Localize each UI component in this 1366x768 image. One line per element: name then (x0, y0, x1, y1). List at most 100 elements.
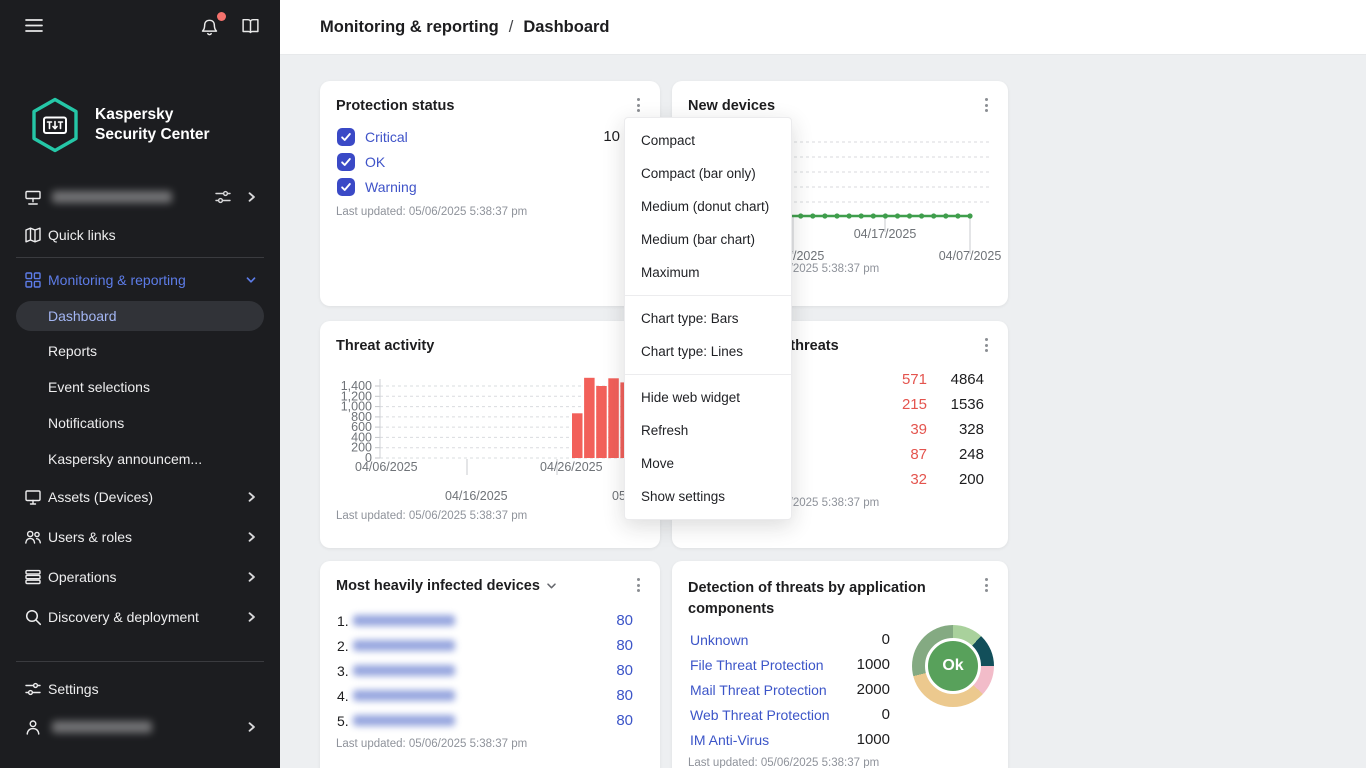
logo-title-line2: Security Center (95, 126, 210, 143)
checkbox-checked-icon[interactable] (337, 128, 355, 146)
menu-item-chart-type-bars[interactable]: Chart type: Bars (625, 302, 791, 335)
redacted-device-name[interactable] (352, 715, 455, 726)
widget-menu-kebab-icon[interactable] (628, 575, 648, 595)
protection-filter-ok[interactable]: OK (337, 153, 385, 171)
sidebar-item-monitoring-reporting[interactable]: Monitoring & reporting (0, 261, 280, 299)
menu-item-compact[interactable]: Compact (625, 124, 791, 157)
component-link[interactable]: Web Threat Protection (690, 707, 830, 723)
kaspersky-logo: Kaspersky Security Center (28, 96, 210, 154)
menu-item-refresh[interactable]: Refresh (625, 414, 791, 447)
widget-protection-status: Protection status Critical OK Warning 10 L… (320, 81, 660, 306)
device-rank: 1. (337, 612, 349, 629)
device-rank: 5. (337, 712, 349, 729)
menu-item-show-settings[interactable]: Show settings (625, 480, 791, 513)
menu-item-medium-donut-chart[interactable]: Medium (donut chart) (625, 190, 791, 223)
protection-filter-critical[interactable]: Critical (337, 128, 408, 146)
sidebar-item-settings[interactable]: Settings (0, 670, 280, 708)
component-link[interactable]: IM Anti-Virus (690, 732, 769, 748)
sidebar-item-dashboard[interactable]: Dashboard (16, 301, 264, 331)
filter-label[interactable]: Critical (365, 129, 408, 145)
sidebar-item-event-selections[interactable]: Event selections (0, 369, 280, 405)
menu-item-compact-bar-only[interactable]: Compact (bar only) (625, 157, 791, 190)
menu-item-maximum[interactable]: Maximum (625, 256, 791, 289)
widget-menu-kebab-icon[interactable] (976, 95, 996, 115)
widget-context-menu: Compact Compact (bar only) Medium (donut c… (624, 117, 792, 520)
sidebar-item-label: Quick links (48, 227, 116, 243)
breadcrumb-parent[interactable]: Monitoring & reporting (320, 18, 499, 37)
redacted-device-name[interactable] (352, 665, 455, 676)
checkbox-checked-icon[interactable] (337, 178, 355, 196)
sidebar-item-users-roles[interactable]: Users & roles (0, 517, 280, 557)
bell-icon (201, 19, 218, 35)
sidebar-item-label: Notifications (48, 415, 125, 431)
device-rank: 4. (337, 687, 349, 704)
redacted-text (52, 721, 152, 733)
widget-title: Threat activity (336, 338, 435, 354)
infected-device-row: 2. 80 (337, 633, 633, 658)
widget-menu-kebab-icon[interactable] (976, 575, 996, 595)
menu-item-chart-type-lines[interactable]: Chart type: Lines (625, 335, 791, 368)
device-rank: 3. (337, 662, 349, 679)
checkbox-checked-icon[interactable] (337, 153, 355, 171)
documentation-book-button[interactable] (237, 12, 264, 42)
component-link[interactable]: Mail Threat Protection (690, 682, 827, 698)
sidebar-item-account[interactable] (0, 708, 280, 746)
widget-menu-kebab-icon[interactable] (976, 335, 996, 355)
component-link[interactable]: Unknown (690, 632, 748, 648)
menu-item-move[interactable]: Move (625, 447, 791, 480)
infection-count-link[interactable]: 80 (616, 662, 633, 679)
sidebar-item-administration-server[interactable] (0, 178, 280, 216)
sidebar-item-reports[interactable]: Reports (0, 333, 280, 369)
redacted-device-name[interactable] (352, 640, 455, 651)
notifications-bell-button[interactable] (196, 11, 226, 41)
detection-component-row: Web Threat Protection 0 (690, 702, 890, 727)
detection-component-row: Unknown 0 (690, 627, 890, 652)
menu-divider (625, 374, 791, 375)
threat-count-total: 4864 (950, 371, 984, 388)
last-updated-label: Last updated: 05/06/2025 5:38:37 pm (336, 510, 528, 522)
protection-status-value: 10 (603, 128, 620, 145)
sidebar-item-quick-links[interactable]: Quick links (0, 216, 280, 254)
user-icon (24, 718, 42, 736)
redacted-device-name[interactable] (352, 690, 455, 701)
chevron-right-icon (242, 188, 260, 206)
sidebar-divider (16, 661, 264, 662)
menu-item-hide-web-widget[interactable]: Hide web widget (625, 381, 791, 414)
svg-text:1,400: 1,400 (341, 379, 372, 393)
sidebar-item-discovery-deployment[interactable]: Discovery & deployment (0, 597, 280, 637)
redacted-device-name[interactable] (352, 615, 455, 626)
sidebar-item-label: Dashboard (48, 308, 117, 324)
logo-title-line1: Kaspersky (95, 105, 174, 123)
menu-item-medium-bar-chart[interactable]: Medium (bar chart) (625, 223, 791, 256)
detection-components-table: Unknown 0 File Threat Protection 1000 Mail T… (690, 627, 890, 752)
infection-count-link[interactable]: 80 (616, 612, 633, 629)
filter-label[interactable]: OK (365, 154, 385, 170)
sidebar-item-label: Assets (Devices) (48, 489, 154, 505)
protection-filter-warning[interactable]: Warning (337, 178, 417, 196)
svg-text:04/07/2025: 04/07/2025 (939, 249, 1002, 263)
widget-threat-activity: Threat activity 0 200 400 600 800 1,000 1,200 1… (320, 321, 675, 548)
chevron-down-icon (242, 271, 260, 289)
hamburger-menu-button[interactable] (20, 12, 48, 42)
detection-component-row: IM Anti-Virus 1000 (690, 727, 890, 752)
chevron-down-icon[interactable] (546, 582, 557, 590)
users-icon (24, 528, 42, 546)
breadcrumb-current: Dashboard (523, 17, 610, 36)
component-count: 0 (881, 706, 890, 723)
detection-component-row: Mail Threat Protection 2000 (690, 677, 890, 702)
sidebar-item-label: Operations (48, 569, 117, 585)
sidebar-item-kaspersky-announcements[interactable]: Kaspersky announcem... (0, 441, 280, 477)
threat-count-total: 328 (958, 421, 984, 438)
sidebar-item-label: Event selections (48, 379, 150, 395)
sidebar-item-assets-devices[interactable]: Assets (Devices) (0, 477, 280, 517)
infected-devices-list: 1. 80 2. 80 3. 80 4. 80 5. 80 (337, 608, 633, 733)
widget-menu-kebab-icon[interactable] (628, 95, 648, 115)
infection-count-link[interactable]: 80 (616, 712, 633, 729)
infection-count-link[interactable]: 80 (616, 637, 633, 654)
infection-count-link[interactable]: 80 (616, 687, 633, 704)
filter-label[interactable]: Warning (365, 179, 417, 195)
sidebar-item-notifications[interactable]: Notifications (0, 405, 280, 441)
component-link[interactable]: File Threat Protection (690, 657, 824, 673)
sidebar-item-operations[interactable]: Operations (0, 557, 280, 597)
search-icon (24, 608, 42, 626)
